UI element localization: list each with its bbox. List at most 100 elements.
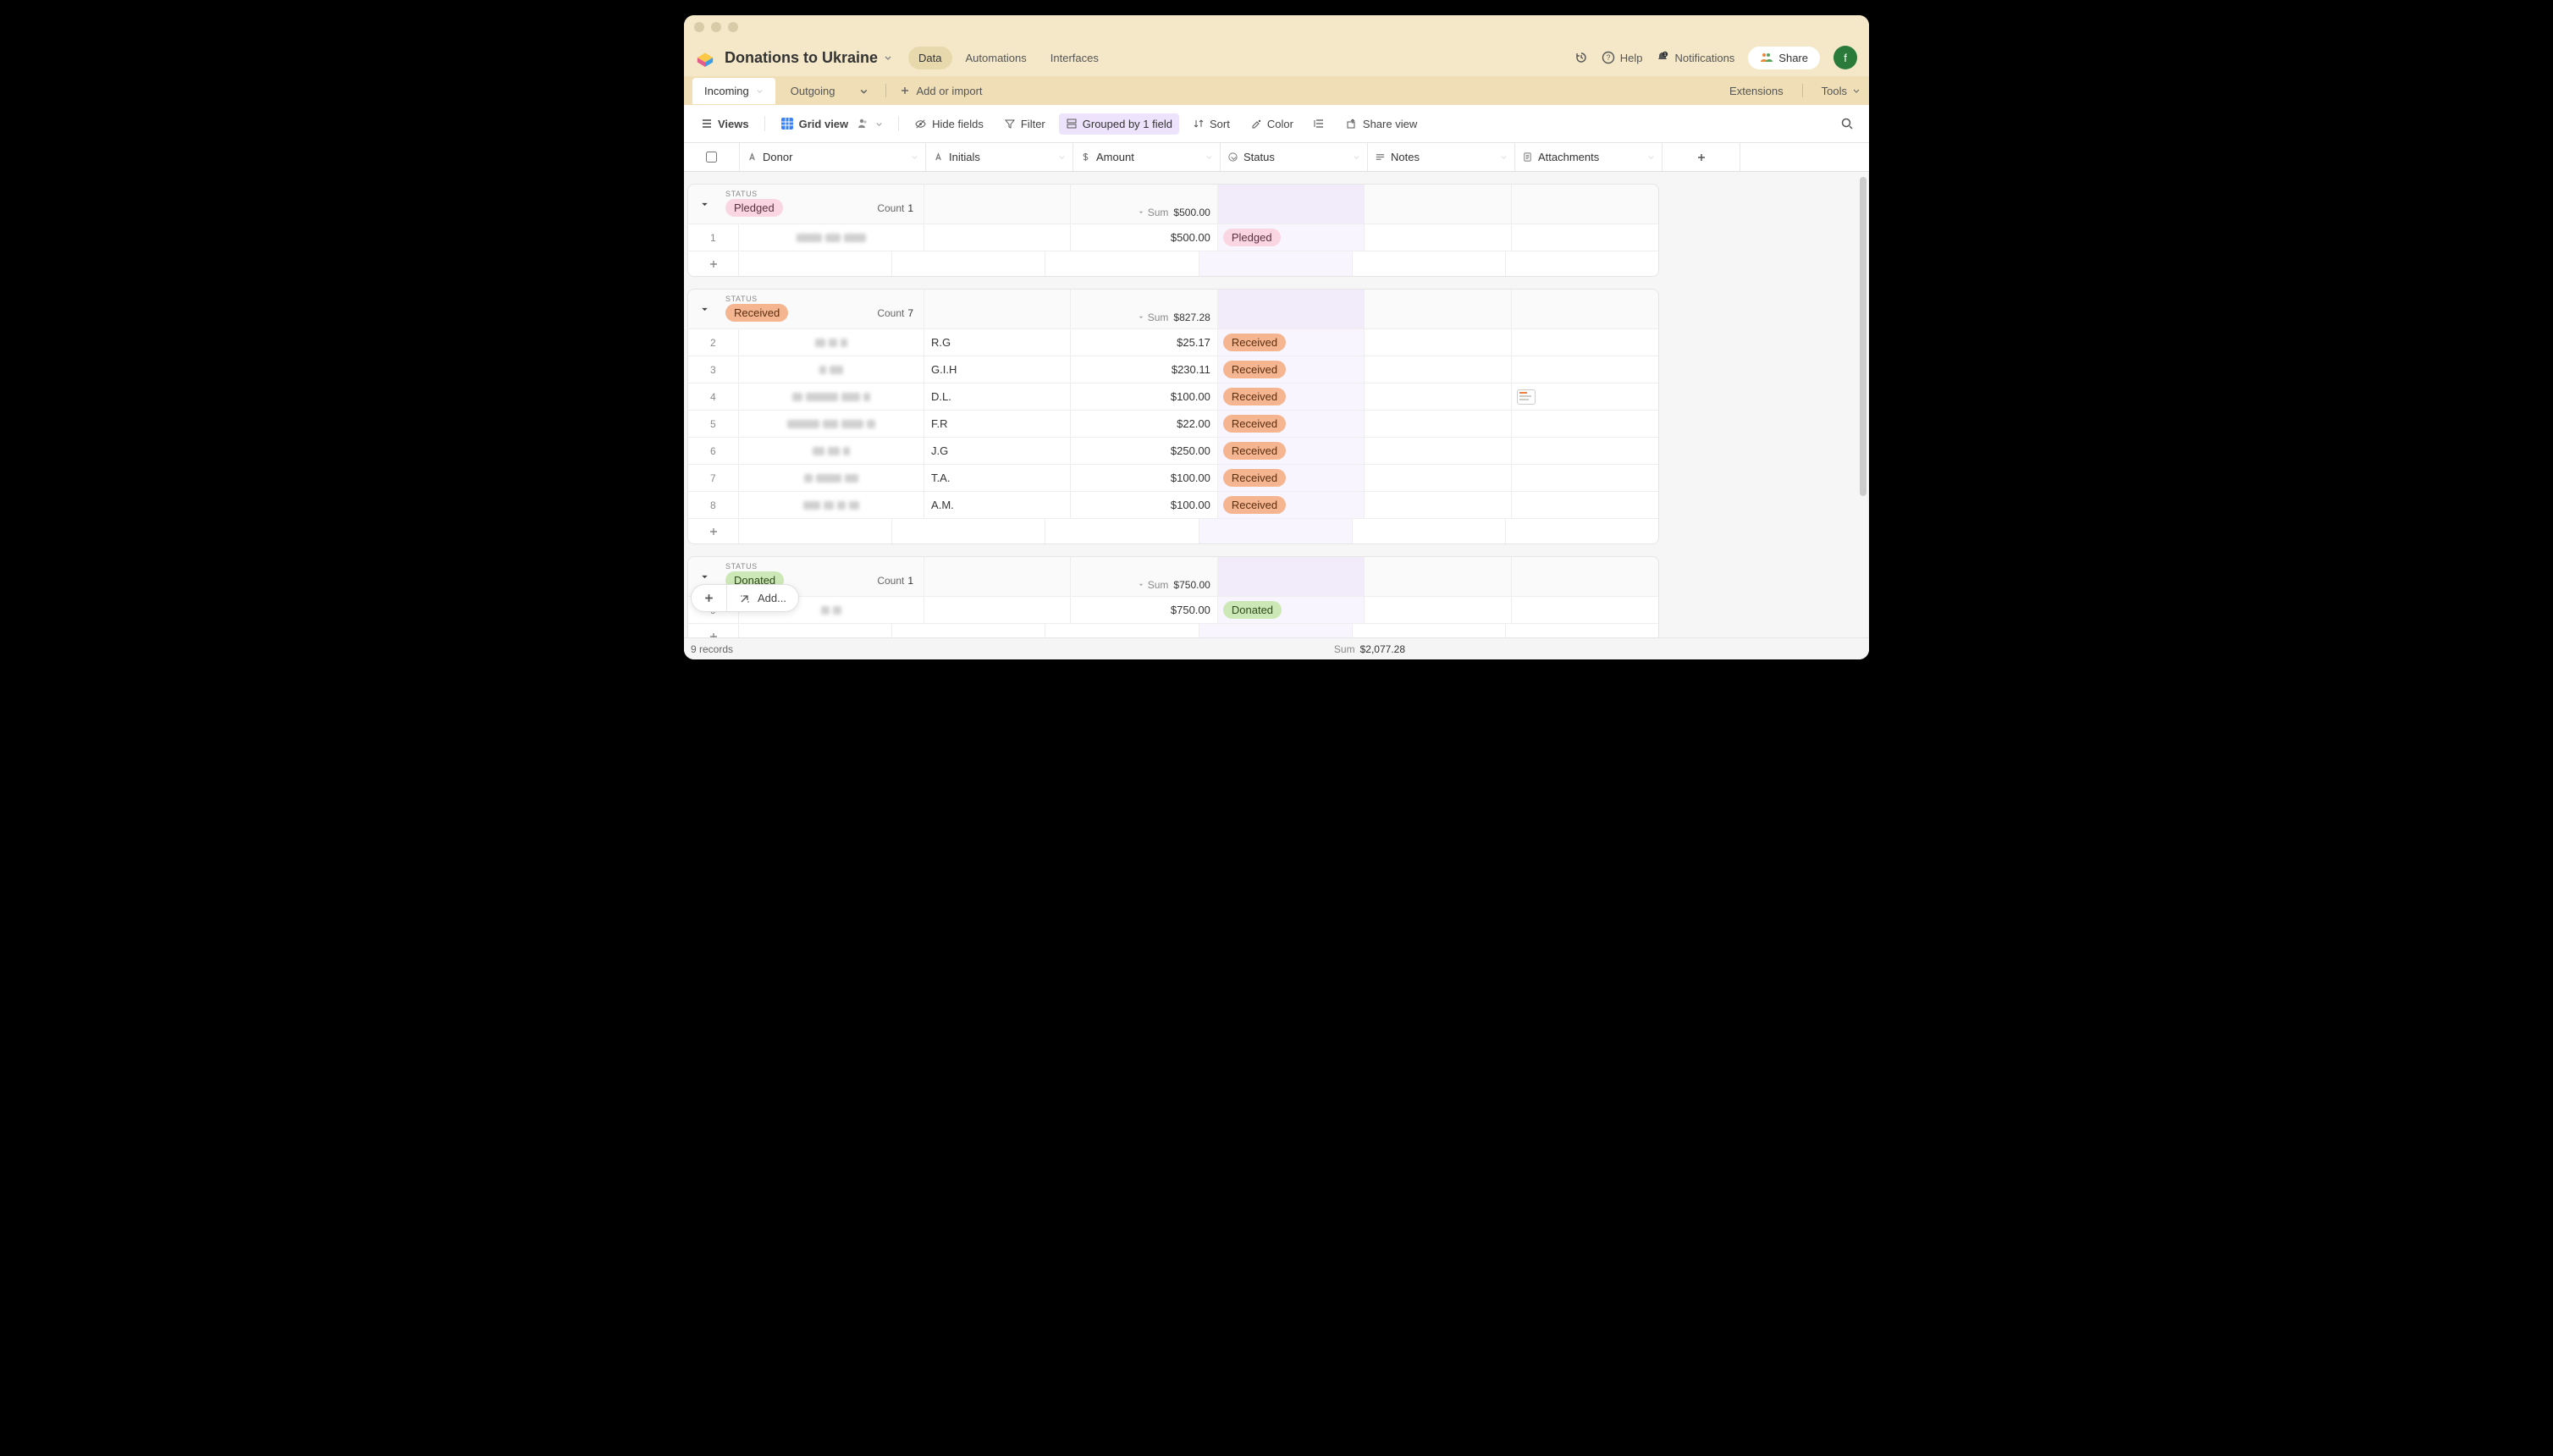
cell-attachments[interactable] bbox=[1512, 411, 1658, 437]
nav-automations[interactable]: Automations bbox=[956, 47, 1037, 69]
group-button[interactable]: Grouped by 1 field bbox=[1059, 113, 1179, 135]
scrollbar-thumb[interactable] bbox=[1860, 177, 1867, 496]
cell-attachments[interactable] bbox=[1512, 465, 1658, 491]
window-close-button[interactable] bbox=[694, 22, 704, 32]
cell-amount[interactable]: $100.00 bbox=[1071, 492, 1217, 518]
cell-donor[interactable] bbox=[739, 383, 924, 410]
table-row[interactable]: 6 J.G $250.00 Received bbox=[688, 437, 1658, 464]
cell-donor[interactable] bbox=[739, 465, 924, 491]
window-minimize-button[interactable] bbox=[711, 22, 721, 32]
cell-status[interactable]: Donated bbox=[1218, 597, 1365, 623]
cell-amount[interactable]: $750.00 bbox=[1071, 597, 1217, 623]
cell-donor[interactable] bbox=[739, 224, 924, 251]
cell-notes[interactable] bbox=[1365, 329, 1511, 356]
cell-notes[interactable] bbox=[1365, 465, 1511, 491]
table-row[interactable]: 9 $750.00 Donated bbox=[688, 596, 1658, 623]
cell-initials[interactable] bbox=[924, 224, 1071, 251]
cell-notes[interactable] bbox=[1365, 492, 1511, 518]
group-summary-notes[interactable] bbox=[1365, 557, 1511, 596]
cell-notes[interactable] bbox=[1365, 597, 1511, 623]
table-row[interactable]: 4 D.L. $100.00 Received bbox=[688, 383, 1658, 410]
grid-body[interactable]: STATUS Pledged Count1 Sum $500.00 1 $500… bbox=[684, 172, 1869, 637]
tools-button[interactable]: Tools bbox=[1822, 85, 1861, 97]
cell-status[interactable]: Received bbox=[1218, 383, 1365, 410]
cell-amount[interactable]: $250.00 bbox=[1071, 438, 1217, 464]
add-row-button[interactable] bbox=[688, 251, 739, 276]
column-header-status[interactable]: Status bbox=[1221, 143, 1368, 171]
footer-sum[interactable]: Sum $2,077.28 bbox=[1334, 643, 1405, 655]
group-summary-attachments[interactable] bbox=[1512, 185, 1658, 223]
nav-interfaces[interactable]: Interfaces bbox=[1040, 47, 1109, 69]
vertical-scrollbar[interactable] bbox=[1860, 177, 1867, 632]
cell-status[interactable]: Received bbox=[1218, 329, 1365, 356]
cell-initials[interactable]: T.A. bbox=[924, 465, 1071, 491]
cell-amount[interactable]: $500.00 bbox=[1071, 224, 1217, 251]
group-summary-notes[interactable] bbox=[1365, 290, 1511, 328]
cell-status[interactable]: Received bbox=[1218, 411, 1365, 437]
extensions-button[interactable]: Extensions bbox=[1729, 85, 1784, 97]
group-summary-amount[interactable]: Sum $500.00 bbox=[1071, 185, 1217, 223]
hide-fields-button[interactable]: Hide fields bbox=[907, 113, 990, 135]
group-summary-initials[interactable] bbox=[924, 185, 1071, 223]
select-all-checkbox[interactable] bbox=[684, 143, 740, 171]
collapse-group-button[interactable] bbox=[700, 200, 709, 209]
table-row[interactable]: 5 F.R $22.00 Received bbox=[688, 410, 1658, 437]
group-summary-amount[interactable]: Sum $750.00 bbox=[1071, 557, 1217, 596]
cell-attachments[interactable] bbox=[1512, 492, 1658, 518]
group-summary-amount[interactable]: Sum $827.28 bbox=[1071, 290, 1217, 328]
row-height-button[interactable] bbox=[1307, 113, 1332, 134]
cell-amount[interactable]: $25.17 bbox=[1071, 329, 1217, 356]
cell-status[interactable]: Received bbox=[1218, 438, 1365, 464]
cell-attachments[interactable] bbox=[1512, 383, 1658, 410]
cell-status[interactable]: Received bbox=[1218, 492, 1365, 518]
table-row[interactable]: 7 T.A. $100.00 Received bbox=[688, 464, 1658, 491]
collapse-group-button[interactable] bbox=[700, 305, 709, 314]
column-header-notes[interactable]: Notes bbox=[1368, 143, 1515, 171]
cell-initials[interactable]: R.G bbox=[924, 329, 1071, 356]
history-button[interactable] bbox=[1574, 51, 1588, 64]
cell-attachments[interactable] bbox=[1512, 224, 1658, 251]
view-switcher[interactable]: Grid view bbox=[774, 113, 891, 135]
color-button[interactable]: Color bbox=[1243, 113, 1300, 135]
views-button[interactable]: Views bbox=[694, 113, 756, 135]
cell-status[interactable]: Pledged bbox=[1218, 224, 1365, 251]
column-header-donor[interactable]: Donor bbox=[740, 143, 926, 171]
group-summary-status[interactable] bbox=[1218, 557, 1365, 596]
notifications-button[interactable]: 1 Notifications bbox=[1656, 51, 1734, 64]
cell-donor[interactable] bbox=[739, 356, 924, 383]
cell-attachments[interactable] bbox=[1512, 356, 1658, 383]
checkbox[interactable] bbox=[706, 152, 717, 163]
cell-amount[interactable]: $100.00 bbox=[1071, 383, 1217, 410]
table-tab-incoming[interactable]: Incoming bbox=[692, 78, 775, 104]
column-header-attachments[interactable]: Attachments bbox=[1515, 143, 1662, 171]
group-summary-initials[interactable] bbox=[924, 557, 1071, 596]
group-summary-attachments[interactable] bbox=[1512, 290, 1658, 328]
cell-initials[interactable]: J.G bbox=[924, 438, 1071, 464]
table-tab-more[interactable] bbox=[851, 80, 877, 102]
attachment-thumb[interactable] bbox=[1517, 389, 1536, 405]
collapse-group-button[interactable] bbox=[700, 572, 709, 582]
cell-initials[interactable] bbox=[924, 597, 1071, 623]
cell-amount[interactable]: $230.11 bbox=[1071, 356, 1217, 383]
table-row[interactable]: 3 G.I.H $230.11 Received bbox=[688, 356, 1658, 383]
sort-button[interactable]: Sort bbox=[1186, 113, 1237, 135]
group-summary-attachments[interactable] bbox=[1512, 557, 1658, 596]
cell-amount[interactable]: $22.00 bbox=[1071, 411, 1217, 437]
cell-donor[interactable] bbox=[739, 411, 924, 437]
cell-initials[interactable]: F.R bbox=[924, 411, 1071, 437]
add-row-button[interactable] bbox=[688, 624, 739, 637]
group-summary-initials[interactable] bbox=[924, 290, 1071, 328]
window-zoom-button[interactable] bbox=[728, 22, 738, 32]
cell-status[interactable]: Received bbox=[1218, 465, 1365, 491]
nav-data[interactable]: Data bbox=[908, 47, 951, 69]
table-row[interactable]: 8 A.M. $100.00 Received bbox=[688, 491, 1658, 518]
avatar[interactable]: f bbox=[1833, 46, 1857, 69]
cell-notes[interactable] bbox=[1365, 383, 1511, 410]
filter-button[interactable]: Filter bbox=[997, 113, 1052, 135]
cell-initials[interactable]: A.M. bbox=[924, 492, 1071, 518]
add-row-button[interactable] bbox=[688, 519, 739, 543]
group-summary-status[interactable] bbox=[1218, 290, 1365, 328]
group-summary-status[interactable] bbox=[1218, 185, 1365, 223]
cell-attachments[interactable] bbox=[1512, 329, 1658, 356]
cell-status[interactable]: Received bbox=[1218, 356, 1365, 383]
